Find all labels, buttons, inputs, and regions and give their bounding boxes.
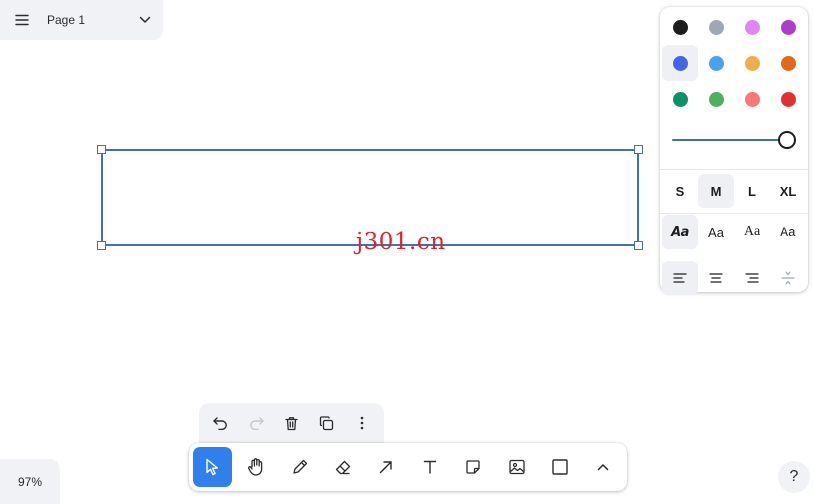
font-sans-button[interactable]: Aa	[698, 215, 734, 249]
vertical-align-icon[interactable]	[770, 261, 806, 295]
size-xl-button[interactable]: XL	[770, 174, 806, 208]
note-icon[interactable]	[453, 447, 492, 487]
size-s-button[interactable]: S	[662, 174, 698, 208]
opacity-slider[interactable]	[672, 131, 796, 149]
color-swatch-light-red[interactable]	[734, 81, 770, 117]
slider-thumb[interactable]	[778, 131, 796, 149]
color-swatch-light-green[interactable]	[698, 81, 734, 117]
select-icon[interactable]	[193, 447, 233, 487]
trash-icon[interactable]	[275, 407, 307, 439]
hamburger-icon[interactable]	[0, 0, 44, 40]
color-dot	[708, 91, 724, 107]
watermark: j301.cn	[356, 229, 446, 255]
color-swatch-light-blue[interactable]	[698, 45, 734, 81]
align-left-icon[interactable]	[662, 261, 698, 295]
divider	[660, 213, 808, 214]
size-l-button[interactable]: L	[734, 174, 770, 208]
color-dot	[708, 19, 724, 35]
color-swatch-black[interactable]	[662, 9, 698, 45]
color-swatch-red[interactable]	[770, 81, 806, 117]
color-swatch-blue[interactable]	[662, 45, 698, 81]
color-dot	[744, 91, 760, 107]
font-serif-button[interactable]: Aa	[734, 215, 770, 249]
redo-icon[interactable]	[240, 407, 272, 439]
font-picker: Aa Aa Aa Aa	[662, 215, 806, 249]
color-swatch-light-violet[interactable]	[734, 9, 770, 45]
color-dot	[780, 19, 796, 35]
color-dot	[672, 55, 688, 71]
undo-icon[interactable]	[205, 407, 237, 439]
color-swatch-yellow[interactable]	[734, 45, 770, 81]
size-picker: S M L XL	[662, 174, 806, 208]
resize-handle-bottom-left[interactable]	[97, 241, 106, 250]
color-swatch-green[interactable]	[662, 81, 698, 117]
color-dot	[744, 19, 760, 35]
color-dot	[672, 19, 688, 35]
eraser-icon[interactable]	[323, 447, 362, 487]
page-menu[interactable]: Page 1	[0, 0, 163, 40]
slider-track	[672, 139, 786, 141]
align-right-icon[interactable]	[734, 261, 770, 295]
font-mono-button[interactable]: Aa	[770, 215, 806, 249]
style-panel: S M L XL Aa Aa Aa Aa	[660, 7, 808, 295]
duplicate-icon[interactable]	[311, 407, 343, 439]
color-grid	[662, 9, 806, 117]
color-dot	[780, 55, 796, 71]
image-icon[interactable]	[497, 447, 536, 487]
color-dot	[708, 55, 724, 71]
size-m-button[interactable]: M	[698, 174, 734, 208]
color-dot	[744, 55, 760, 71]
resize-handle-top-left[interactable]	[97, 145, 106, 154]
more-vertical-icon[interactable]	[346, 407, 378, 439]
color-dot	[672, 91, 688, 107]
help-button[interactable]: ?	[778, 461, 810, 493]
text-icon[interactable]	[410, 447, 449, 487]
color-swatch-orange[interactable]	[770, 45, 806, 81]
chevron-down-icon[interactable]	[127, 0, 163, 40]
resize-handle-bottom-right[interactable]	[634, 241, 643, 250]
page-name[interactable]: Page 1	[44, 13, 127, 27]
color-swatch-grey[interactable]	[698, 9, 734, 45]
align-picker	[662, 261, 806, 295]
quick-actions-bar	[199, 403, 384, 443]
align-center-icon[interactable]	[698, 261, 734, 295]
main-toolbar	[189, 443, 627, 491]
color-swatch-violet[interactable]	[770, 9, 806, 45]
rectangle-icon[interactable]	[540, 447, 579, 487]
divider	[660, 169, 808, 170]
arrow-icon[interactable]	[367, 447, 406, 487]
resize-handle-top-right[interactable]	[634, 145, 643, 154]
chevron-up-icon[interactable]	[584, 447, 623, 487]
hand-icon[interactable]	[236, 447, 275, 487]
pencil-icon[interactable]	[280, 447, 319, 487]
font-draw-button[interactable]: Aa	[662, 215, 698, 249]
color-dot	[780, 91, 796, 107]
zoom-level[interactable]: 97%	[0, 459, 60, 504]
